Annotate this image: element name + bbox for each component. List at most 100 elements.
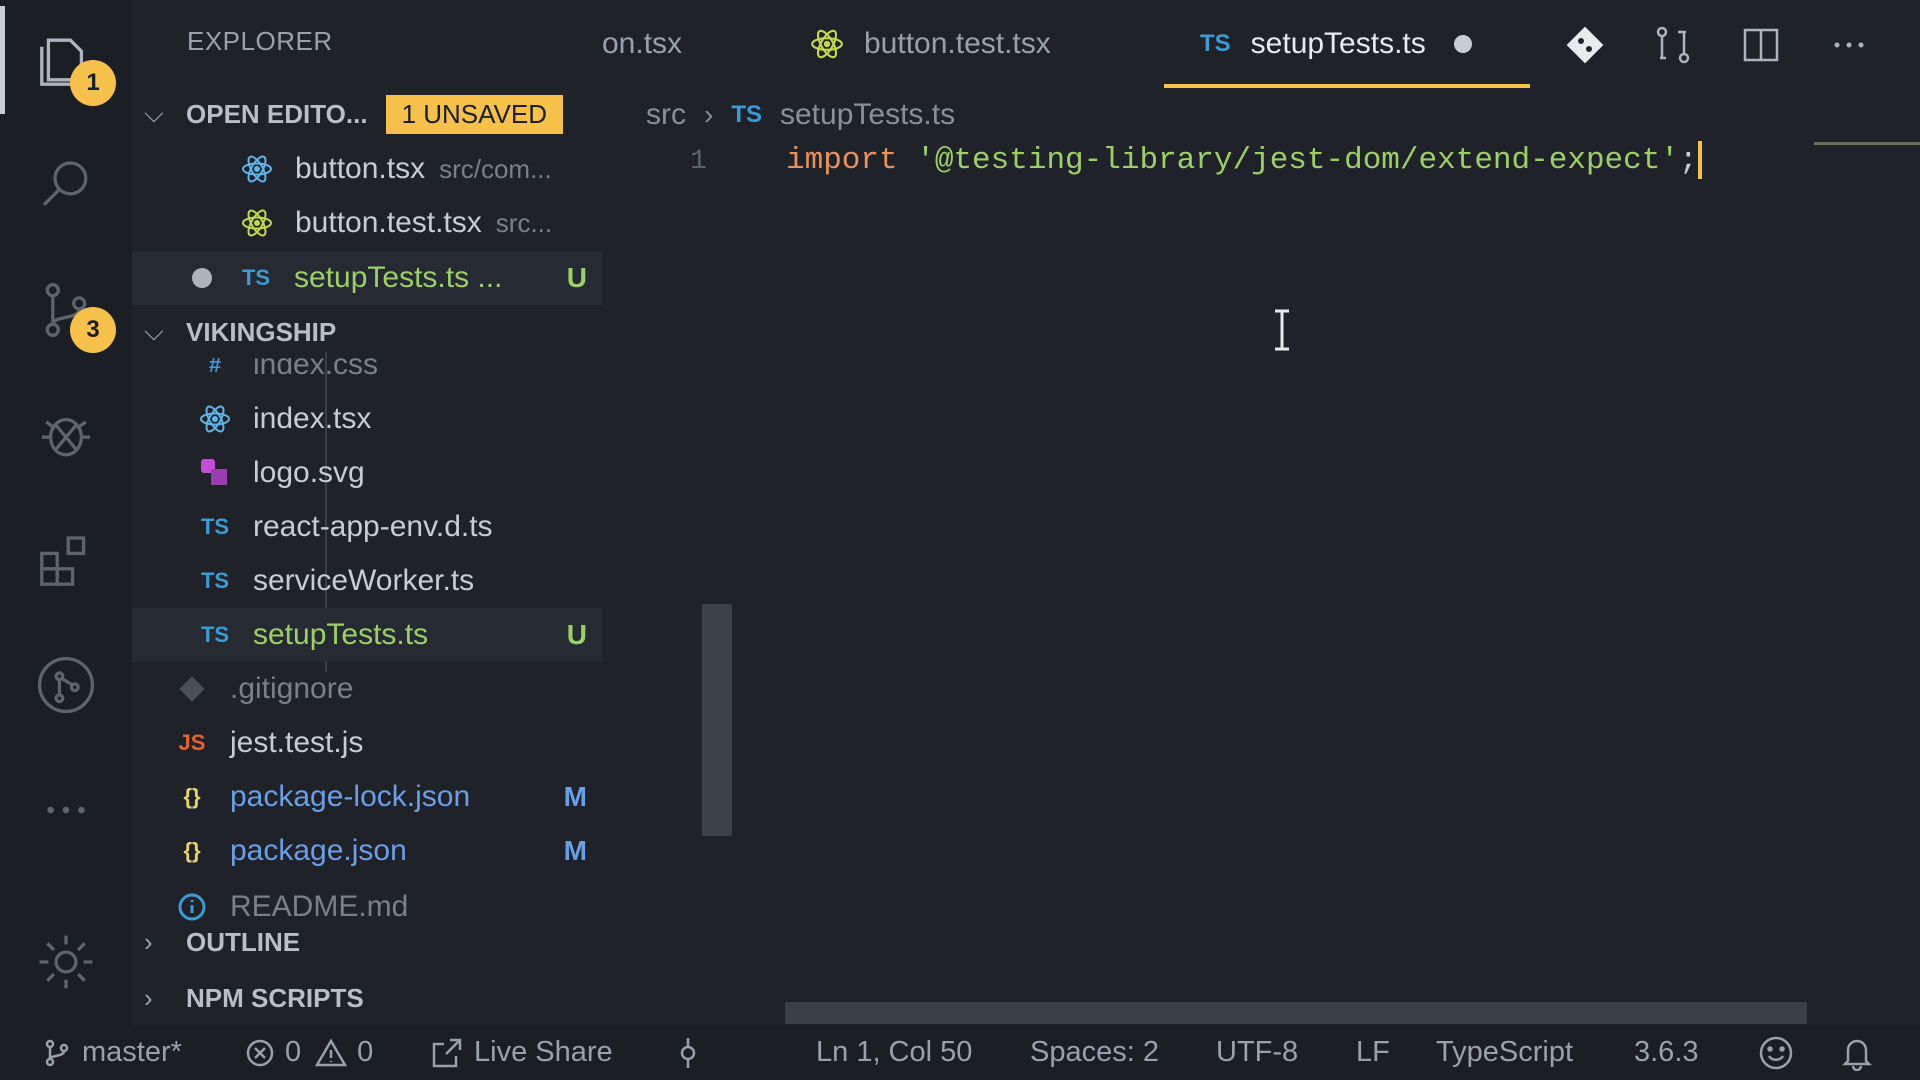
outline-label: OUTLINE [186, 926, 301, 957]
tree-item[interactable]: TS react-app-env.d.ts [195, 500, 575, 554]
code-terminator: ; [1678, 143, 1698, 179]
file-name: package-lock.json [230, 780, 471, 813]
file-path: src/com... [439, 153, 552, 184]
extensions-icon[interactable] [0, 510, 132, 610]
debug-icon[interactable] [0, 385, 132, 485]
split-editor-icon[interactable] [1736, 20, 1786, 70]
tree-item[interactable]: logo.svg [195, 446, 575, 500]
tree-item[interactable]: TS serviceWorker.ts [195, 554, 575, 608]
sidebar-scrollbar[interactable] [702, 604, 732, 836]
file-name: .gitignore [230, 672, 354, 705]
tab-button-test[interactable]: button.test.tsx [810, 0, 1051, 88]
horizontal-scrollbar[interactable] [785, 1002, 1807, 1024]
tab-button-tsx[interactable]: on.tsx [602, 0, 682, 88]
open-editors-header[interactable]: ⌵ OPEN EDITO... 1 UNSAVED [132, 88, 602, 140]
file-name: button.tsx [295, 152, 426, 185]
npm-scripts-header[interactable]: › NPM SCRIPTS [132, 972, 602, 1024]
branch-name: master* [82, 1036, 182, 1068]
minimap[interactable] [1814, 142, 1920, 145]
react-icon [195, 403, 235, 435]
js-icon: JS [178, 730, 206, 755]
tree-item[interactable]: .gitignore [172, 662, 552, 716]
tab-label: setupTests.ts [1250, 27, 1426, 60]
file-name: index.tsx [253, 402, 372, 435]
tree-item[interactable]: {} package.json M [172, 824, 587, 878]
git-icon [172, 674, 212, 704]
ts-icon: TS [200, 568, 230, 593]
tree-item-selected[interactable]: TS setupTests.ts U [195, 608, 587, 662]
chevron-down-icon: ⌵ [144, 98, 164, 128]
file-name: logo.svg [253, 456, 365, 489]
live-share-icon [432, 1038, 462, 1067]
tree-item[interactable]: # index.css [195, 358, 575, 392]
file-name: button.test.tsx [295, 206, 482, 239]
more-icon[interactable] [0, 760, 132, 860]
language-mode[interactable]: TypeScript [1436, 1025, 1573, 1080]
status-modified: M [563, 835, 587, 866]
tab-setuptests[interactable]: TS setupTests.ts [1200, 0, 1472, 88]
react-icon [810, 27, 844, 61]
warning-icon [315, 1038, 348, 1066]
react-icon [237, 153, 277, 185]
unsaved-dot-icon[interactable] [1453, 35, 1472, 53]
file-name: setupTests.ts [253, 618, 429, 651]
file-tree: # index.css index.tsx logo.svg TS react-… [132, 358, 602, 922]
source-control-icon[interactable] [0, 260, 132, 360]
tree-item[interactable]: JS jest.test.js [172, 716, 552, 770]
code-line[interactable]: import '@testing-library/jest-dom/extend… [786, 141, 1702, 179]
unsaved-badge: 1 UNSAVED [385, 94, 564, 134]
problems-indicator[interactable]: 0 0 [245, 1025, 373, 1080]
ts-icon: TS [241, 265, 271, 290]
file-path: src... [495, 207, 553, 238]
status-bar: master* 0 0 Live Share Ln 1, Col 50 Spac… [0, 1025, 1920, 1080]
live-share-label: Live Share [474, 1036, 613, 1068]
feedback-smiley-icon[interactable] [1758, 1025, 1804, 1080]
ts-icon: TS [200, 514, 230, 539]
project-header[interactable]: ⌵ VIKINGSHIP [132, 306, 602, 358]
branch-indicator[interactable]: master* [42, 1025, 182, 1080]
live-share-button[interactable]: Live Share [430, 1025, 613, 1080]
tree-item[interactable]: {} package-lock.json M [172, 770, 587, 824]
file-name: package.json [230, 834, 407, 867]
breadcrumb-file[interactable]: setupTests.ts [780, 98, 955, 132]
open-editor-item[interactable]: button.test.tsx src... [237, 196, 597, 250]
tab-label: on.tsx [602, 27, 683, 60]
chevron-right-icon: › [704, 99, 714, 130]
warning-count: 0 [357, 1036, 374, 1068]
line-number: 1 [690, 146, 707, 177]
encoding[interactable]: UTF-8 [1216, 1025, 1298, 1080]
dirty-dot-icon[interactable] [192, 268, 212, 288]
error-icon [246, 1039, 274, 1066]
commit-icon[interactable] [676, 1025, 710, 1080]
line-ending[interactable]: LF [1356, 1025, 1390, 1080]
open-editor-item[interactable]: button.tsx src/com... [237, 142, 597, 196]
tab-label: button.test.tsx [864, 27, 1051, 60]
open-editor-item-active[interactable]: TS setupTests.ts ... U [192, 251, 587, 305]
search-icon[interactable] [0, 135, 132, 235]
css-icon: # [208, 358, 222, 377]
git-graph-icon[interactable] [0, 635, 132, 735]
breadcrumb-folder[interactable]: src [646, 98, 686, 132]
code-keyword: import [786, 143, 898, 179]
active-tab-underline [1164, 84, 1530, 88]
git-branch-icon [45, 1039, 69, 1066]
svg-icon [195, 457, 235, 489]
settings-gear-icon[interactable] [0, 912, 132, 1012]
more-actions-icon[interactable] [1824, 20, 1874, 70]
ts-icon: TS [1200, 30, 1231, 57]
explorer-sidebar: EXPLORER ⌵ OPEN EDITO... 1 UNSAVED butto… [132, 0, 732, 1025]
indentation[interactable]: Spaces: 2 [1030, 1025, 1159, 1080]
chevron-right-icon: › [144, 982, 153, 1013]
sidebar-title: EXPLORER [187, 26, 333, 56]
typescript-version[interactable]: 3.6.3 [1634, 1025, 1699, 1080]
outline-header[interactable]: › OUTLINE [132, 916, 602, 968]
file-name: index.css [253, 358, 379, 381]
file-name: jest.test.js [230, 726, 364, 759]
compare-changes-icon[interactable] [1648, 20, 1698, 70]
notifications-bell-icon[interactable] [1840, 1025, 1884, 1080]
status-untracked: U [566, 262, 587, 293]
git-lens-icon[interactable] [1560, 20, 1610, 70]
cursor-position[interactable]: Ln 1, Col 50 [816, 1025, 972, 1080]
activity-bar: 1 3 [0, 0, 132, 1025]
tree-item[interactable]: index.tsx [195, 392, 575, 446]
